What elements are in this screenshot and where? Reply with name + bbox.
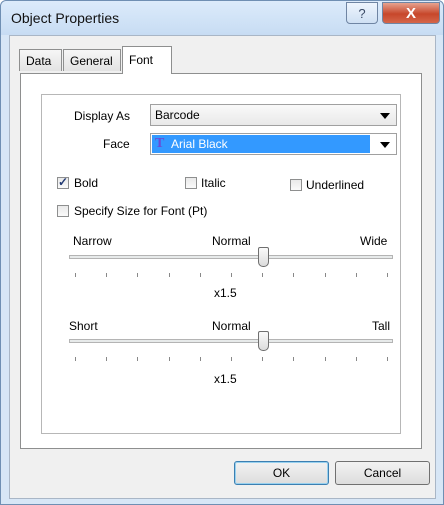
- wide-label: Wide: [360, 234, 388, 248]
- slider-tick: [137, 357, 139, 361]
- tab-general[interactable]: General: [63, 49, 121, 71]
- slider-tick: [262, 357, 264, 361]
- tab-font[interactable]: Font: [122, 46, 172, 74]
- cancel-button[interactable]: Cancel: [335, 461, 430, 485]
- italic-label: Italic: [201, 176, 226, 190]
- bold-checkbox[interactable]: [57, 175, 69, 189]
- slider-tick: [324, 357, 326, 361]
- slider-tick: [199, 273, 201, 277]
- face-select[interactable]: T Arial Black: [150, 133, 397, 155]
- slider-tick: [106, 273, 108, 277]
- narrow-label: Narrow: [73, 234, 112, 248]
- dialog-window: Object Properties ? X Data General Font …: [0, 0, 444, 505]
- height-value-label: x1.5: [214, 372, 237, 386]
- width-value-label: x1.5: [214, 286, 237, 300]
- truetype-font-icon: T: [155, 136, 165, 151]
- underlined-checkbox[interactable]: [290, 179, 302, 191]
- title-bar: Object Properties ? X: [1, 1, 443, 35]
- slider-tick: [355, 357, 357, 361]
- close-button[interactable]: X: [382, 2, 440, 24]
- ok-button[interactable]: OK: [234, 461, 329, 485]
- chevron-down-icon: [380, 142, 390, 148]
- short-label: Short: [69, 319, 98, 333]
- slider-tick: [262, 273, 264, 277]
- tall-label: Tall: [372, 319, 391, 333]
- width-slider-track[interactable]: [69, 255, 393, 259]
- slider-tick: [293, 273, 295, 277]
- height-slider-thumb[interactable]: [258, 331, 270, 351]
- bold-label: Bold: [74, 176, 99, 190]
- slider-tick: [168, 273, 170, 277]
- slider-tick: [168, 357, 170, 361]
- display-as-select[interactable]: Barcode: [150, 104, 397, 126]
- dialog-client: Data General Font Display As Barcode Fac…: [9, 35, 436, 499]
- slider-tick: [387, 357, 388, 361]
- slider-tick: [231, 273, 232, 277]
- specify-size-checkbox[interactable]: [57, 205, 69, 217]
- width-normal-label: Normal: [212, 234, 251, 248]
- help-icon: ?: [358, 5, 366, 21]
- tab-data[interactable]: Data: [19, 49, 62, 71]
- italic-checkbox[interactable]: [185, 177, 197, 189]
- height-normal-label: Normal: [212, 319, 251, 333]
- slider-tick: [387, 273, 388, 277]
- slider-tick: [75, 357, 76, 361]
- close-icon: X: [405, 4, 416, 22]
- display-as-value: Barcode: [155, 108, 200, 122]
- font-tab-panel: Display As Barcode Face T Arial Black Bo…: [20, 73, 422, 449]
- slider-tick: [231, 357, 232, 361]
- slider-tick: [106, 357, 108, 361]
- display-as-label: Display As: [74, 109, 131, 123]
- slider-tick: [293, 357, 295, 361]
- slider-tick: [75, 273, 76, 277]
- slider-tick: [324, 273, 326, 277]
- specify-size-label: Specify Size for Font (Pt): [74, 204, 208, 218]
- chevron-down-icon: [380, 113, 390, 119]
- height-slider-track[interactable]: [69, 339, 393, 343]
- slider-tick: [199, 357, 201, 361]
- face-label: Face: [103, 137, 130, 151]
- slider-tick: [355, 273, 357, 277]
- slider-tick: [137, 273, 139, 277]
- width-slider-thumb[interactable]: [258, 247, 270, 267]
- font-options-group: Display As Barcode Face T Arial Black Bo…: [41, 94, 401, 434]
- underlined-label: Underlined: [306, 178, 365, 192]
- help-button[interactable]: ?: [346, 2, 378, 24]
- face-value: Arial Black: [171, 137, 228, 151]
- window-title: Object Properties: [11, 10, 120, 26]
